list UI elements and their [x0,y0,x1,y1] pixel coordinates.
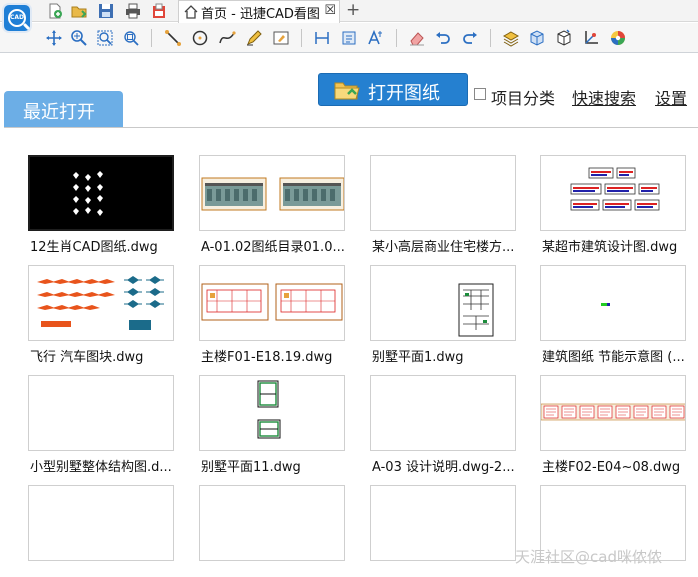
drawing-preview [458,283,494,337]
drawing-preview [257,380,281,439]
text-edit-icon[interactable] [272,29,290,47]
undo-icon[interactable] [434,29,452,47]
layers-icon[interactable] [502,29,520,47]
file-thumbnail[interactable] [540,265,686,341]
toolbar-separator [301,29,302,47]
drawing-preview [30,157,172,229]
file-name[interactable]: 别墅平面11.dwg [201,456,361,475]
file-thumbnail[interactable] [370,485,516,561]
coordinate-icon[interactable] [582,29,600,47]
toolbar-separator [396,29,397,47]
file-name[interactable]: 某小高层商业住宅楼方... [372,236,532,255]
measure-area-icon[interactable] [340,29,358,47]
file-name[interactable]: 主楼F01-E18.19.dwg [201,346,361,365]
drawing-preview [29,486,174,561]
watermark: 天涯社区@cad咪侬侬 [515,548,662,566]
drawing-preview [541,403,685,421]
classify-label[interactable]: 项目分类 [491,85,555,109]
home-icon [184,5,198,19]
open-folder-icon[interactable] [70,2,88,20]
drawing-preview [601,303,610,306]
export-icon[interactable] [150,2,168,20]
file-thumbnail[interactable] [199,265,345,341]
file-name[interactable]: 某超市建筑设计图.dwg [542,236,698,255]
recent-tab-label: 最近打开 [23,102,95,123]
file-thumbnail[interactable] [28,375,174,451]
zoom-window-icon[interactable] [96,29,114,47]
file-name[interactable]: 小型别墅整体结构图.d... [30,456,190,475]
quick-search-link[interactable]: 快速搜索 [572,85,636,109]
eraser-icon[interactable] [408,29,426,47]
file-name[interactable]: 别墅平面1.dwg [372,346,532,365]
title-bar: CAD 首页 - 迅捷CAD看图 ☒ + [0,0,698,33]
file-thumbnail[interactable] [540,155,686,231]
drawing-preview [371,376,516,451]
recent-tab[interactable]: 最近打开 [4,91,123,128]
drawing-preview [29,376,174,451]
spline-tool-icon[interactable] [218,29,236,47]
redo-icon[interactable] [461,29,479,47]
file-thumbnail[interactable] [540,375,686,451]
file-thumbnail[interactable] [199,155,345,231]
circle-tool-icon[interactable] [191,29,209,47]
file-thumbnail[interactable] [370,155,516,231]
3d-view-icon[interactable] [555,29,573,47]
drawing-preview [371,486,516,561]
settings-link[interactable]: 设置 [655,85,687,109]
zoom-extents-icon[interactable] [122,29,140,47]
app-logo: CAD [2,3,32,33]
file-thumbnail[interactable] [28,485,174,561]
file-thumbnail[interactable] [199,375,345,451]
folder-icon [334,82,360,100]
file-thumbnail[interactable] [199,485,345,561]
file-name[interactable]: A-01.02图纸目录01.0... [201,236,361,255]
save-icon[interactable] [97,2,115,20]
line-tool-icon[interactable] [164,29,182,47]
toolbar-separator [151,29,152,47]
open-drawing-button[interactable]: 打开图纸 [318,73,468,106]
drawing-preview [201,177,344,211]
drawing-preview [201,283,343,321]
file-name[interactable]: A-03 设计说明.dwg-2... [372,456,532,475]
drawing-preview [371,156,516,231]
file-thumbnail[interactable] [28,155,174,231]
logo-magnifier-handle [22,22,31,31]
tab-home[interactable]: 首页 - 迅捷CAD看图 ☒ [178,0,340,23]
measure-distance-icon[interactable] [313,29,331,47]
toolbar-separator [490,29,491,47]
file-name[interactable]: 建筑图纸 节能示意图 (... [542,346,698,365]
zoom-realtime-icon[interactable] [70,29,88,47]
file-name[interactable]: 主楼F02-E04~08.dwg [542,456,698,475]
text-style-icon[interactable] [367,29,385,47]
color-wheel-icon[interactable] [609,29,627,47]
file-thumbnail[interactable] [370,375,516,451]
toolbar [0,23,698,53]
3d-box-icon[interactable] [528,29,546,47]
new-file-icon[interactable] [46,2,64,20]
file-name[interactable]: 飞行 汽车图块.dwg [30,346,190,365]
open-drawing-label: 打开图纸 [368,83,440,104]
file-name[interactable]: 12生肖CAD图纸.dwg [30,236,190,255]
new-tab-button[interactable]: + [346,0,360,20]
tab-title: 首页 - 迅捷CAD看图 [201,7,320,22]
drawing-preview [200,486,345,561]
panel-divider [4,127,698,128]
pan-icon[interactable] [45,29,63,47]
file-thumbnail[interactable] [370,265,516,341]
print-icon[interactable] [124,2,142,20]
file-thumbnail[interactable] [28,265,174,341]
sketch-tool-icon[interactable] [245,29,263,47]
classify-checkbox[interactable] [474,88,486,100]
drawing-preview [570,167,660,211]
drawing-preview [37,276,164,330]
tab-close-icon[interactable]: ☒ [324,3,336,18]
